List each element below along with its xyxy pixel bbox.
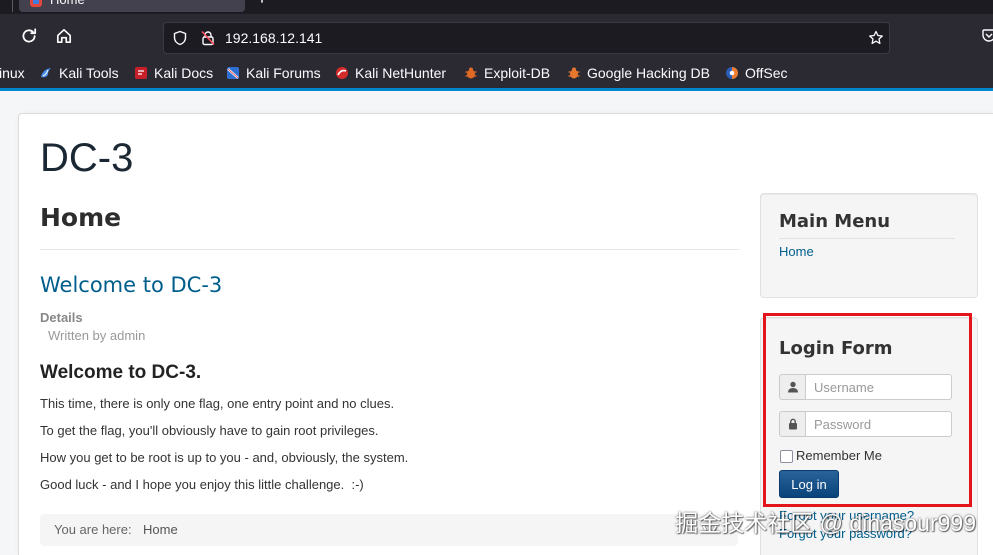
home-icon[interactable]	[55, 27, 73, 45]
tab-strip: Home	[0, 0, 993, 14]
article-paragraph: Good luck - and I hope you enjoy this li…	[40, 477, 364, 492]
kali-docs-icon	[135, 67, 147, 79]
site-top-border	[0, 88, 993, 91]
bookmark-kali-forums[interactable]: Kali Forums	[226, 58, 321, 88]
site-title[interactable]: DC-3	[40, 136, 133, 180]
bookmarks-toolbar: inux Kali Tools Kali Docs Kali Forums Ka…	[0, 58, 993, 88]
tab-title: Home	[50, 0, 85, 8]
insecure-lock-icon[interactable]	[200, 30, 216, 46]
article-title-link[interactable]: Welcome to DC-3	[40, 272, 222, 298]
article-author: Written by admin	[48, 328, 146, 343]
main-menu-title: Main Menu	[779, 211, 891, 232]
bookmark-star-icon[interactable]	[868, 30, 884, 46]
kali-forums-icon	[227, 67, 239, 79]
url-bar[interactable]: 192.168.12.141	[163, 22, 890, 54]
bookmark-label: Kali NetHunter	[355, 65, 447, 81]
bookmark-google-hacking-db[interactable]: Google Hacking DB	[567, 58, 710, 88]
shield-icon[interactable]	[172, 30, 188, 46]
bookmark-kali-docs[interactable]: Kali Docs	[134, 58, 213, 88]
main-menu-rule	[779, 238, 955, 239]
highlight-box	[763, 313, 972, 507]
article-subheading: Welcome to DC-3.	[40, 362, 202, 383]
bookmark-label: Exploit-DB	[484, 65, 551, 81]
google-hacking-db-icon	[568, 67, 580, 79]
watermark-text: 掘金技术社区 @ dinasour999	[675, 510, 976, 536]
url-text[interactable]: 192.168.12.141	[225, 23, 322, 53]
bookmark-offsec[interactable]: OffSec	[725, 58, 788, 88]
article-paragraph: This time, there is only one flag, one e…	[40, 396, 395, 411]
reload-icon[interactable]	[20, 27, 38, 45]
breadcrumb: You are here: Home	[40, 514, 738, 546]
bookmark-kali-tools[interactable]: Kali Tools	[39, 58, 119, 88]
pocket-icon[interactable]	[981, 27, 993, 45]
browser-tab[interactable]: Home	[19, 0, 245, 12]
navigation-toolbar: 192.168.12.141	[0, 14, 993, 58]
page-header-rule	[40, 249, 740, 250]
article-paragraph: To get the flag, you'll obviously have t…	[40, 423, 379, 438]
bookmark-kali-linux[interactable]: inux	[0, 58, 25, 88]
new-tab-icon[interactable]	[254, 0, 270, 4]
bookmark-label: inux	[0, 65, 25, 81]
breadcrumb-label: You are here:	[54, 522, 132, 537]
menu-item-home[interactable]: Home	[779, 243, 814, 261]
kali-nethunter-icon	[336, 67, 348, 79]
bookmark-exploit-db[interactable]: Exploit-DB	[464, 58, 550, 88]
bookmark-kali-nethunter[interactable]: Kali NetHunter	[335, 58, 446, 88]
breadcrumb-current: Home	[143, 522, 178, 537]
bookmark-label: OffSec	[745, 65, 788, 81]
bookmark-label: Kali Docs	[154, 65, 214, 81]
article-paragraph: How you get to be root is up to you - an…	[40, 450, 409, 465]
kali-tools-icon	[41, 68, 51, 78]
page-heading: Home	[40, 203, 122, 232]
bookmark-label: Google Hacking DB	[587, 65, 710, 81]
bookmark-label: Kali Tools	[59, 65, 119, 81]
offsec-icon	[726, 67, 738, 79]
exploit-db-icon	[465, 67, 477, 79]
bookmark-label: Kali Forums	[246, 65, 321, 81]
article-details-label: Details	[40, 310, 83, 325]
tab-favicon-icon	[30, 0, 42, 7]
tab-separator	[12, 0, 13, 12]
